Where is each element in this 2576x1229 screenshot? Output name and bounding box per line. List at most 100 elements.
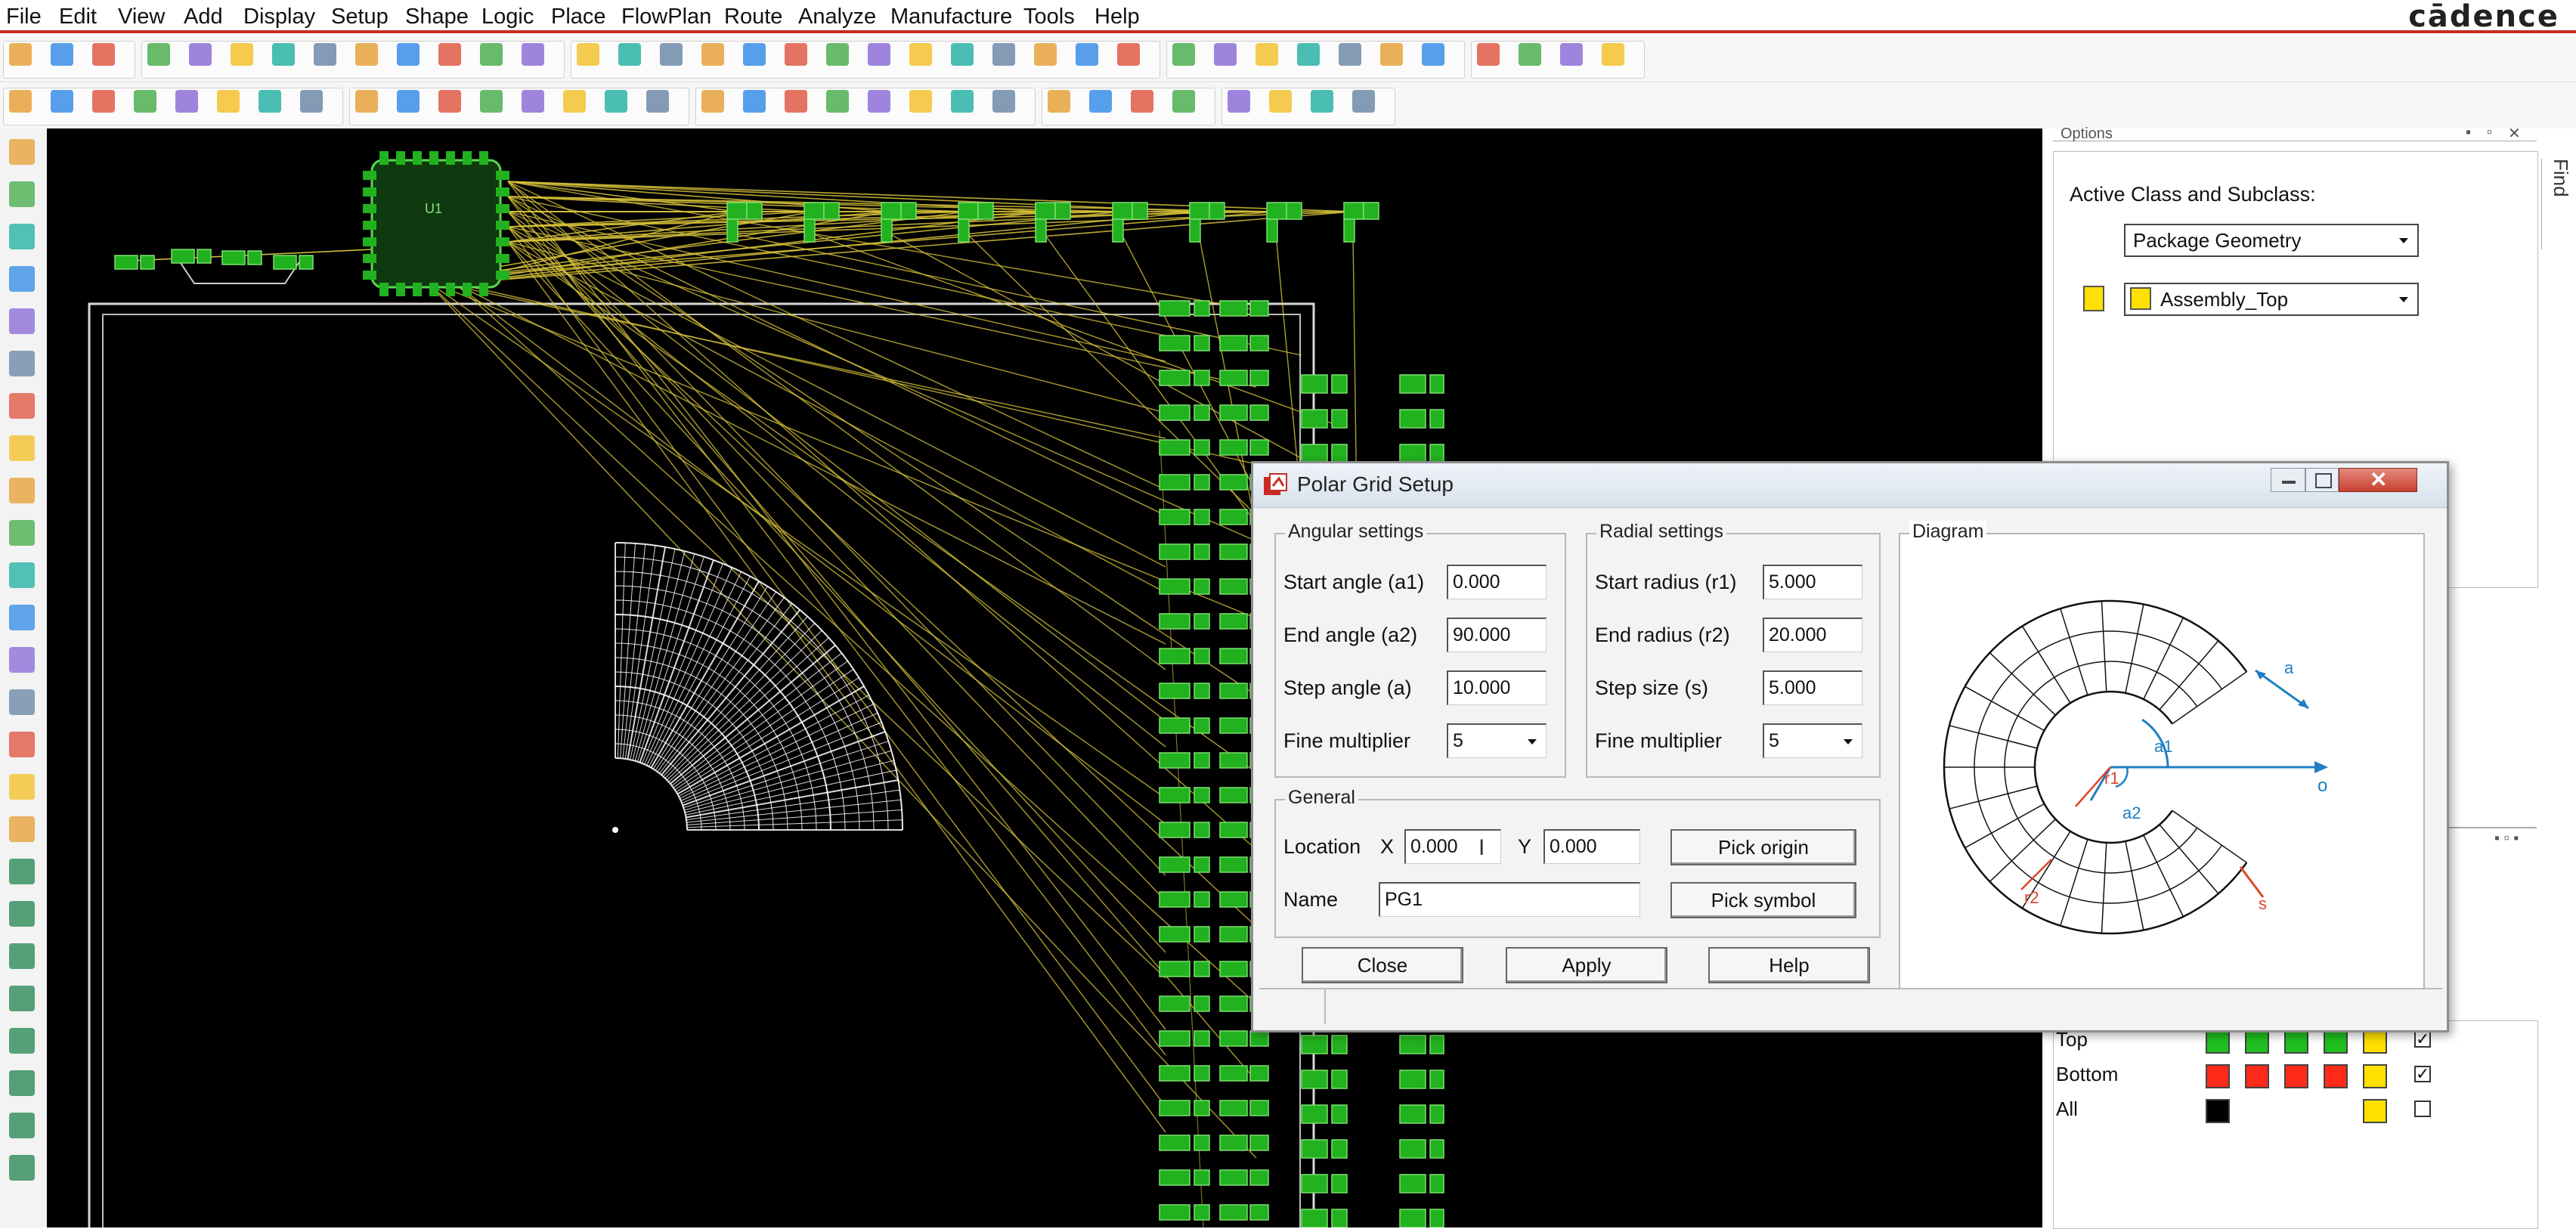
location-x-field[interactable]: 0.000 <box>1404 829 1501 864</box>
zoom-selection-icon[interactable] <box>785 43 807 66</box>
spread-icon[interactable] <box>9 393 35 419</box>
apply-button[interactable]: Apply <box>1506 947 1667 983</box>
menu-edit[interactable]: Edit <box>59 2 97 32</box>
brush-icon[interactable] <box>9 732 35 757</box>
silk-icon[interactable] <box>134 90 156 113</box>
merge-icon[interactable] <box>701 90 724 113</box>
dock-controls-icon[interactable]: ▪ ▫ ▪ <box>2494 830 2519 847</box>
menu-help[interactable]: Help <box>1094 2 1140 32</box>
undo-icon[interactable] <box>272 43 295 66</box>
group-route-icon[interactable] <box>9 1155 35 1181</box>
dialog-titlebar[interactable]: Polar Grid Setup ✕ <box>1253 463 2447 508</box>
layer-color-swatch[interactable] <box>2363 1064 2387 1088</box>
constraint-icon[interactable] <box>9 478 35 503</box>
close-window-button[interactable]: ✕ <box>2339 468 2417 492</box>
layer-visibility-checkbox[interactable] <box>2414 1101 2431 1117</box>
help-button[interactable]: Help <box>1708 947 1870 983</box>
step-angle-field[interactable]: 10.000 <box>1447 670 1547 705</box>
layer-color-swatch[interactable] <box>2363 1099 2387 1123</box>
flow-icon[interactable] <box>1131 90 1153 113</box>
shape-add-icon[interactable] <box>9 689 35 715</box>
mask-icon[interactable] <box>175 90 198 113</box>
pick-symbol-button[interactable]: Pick symbol <box>1670 882 1856 918</box>
slice-icon[interactable] <box>743 90 766 113</box>
layer-color-swatch[interactable] <box>2206 1099 2230 1123</box>
menu-route[interactable]: Route <box>724 2 782 32</box>
assembly-icon[interactable] <box>92 90 115 113</box>
zoom-out-icon[interactable] <box>660 43 683 66</box>
menu-setup[interactable]: Setup <box>331 2 389 32</box>
menu-view[interactable]: View <box>118 2 165 32</box>
menu-tools[interactable]: Tools <box>1023 2 1075 32</box>
new-file-icon[interactable] <box>9 43 32 66</box>
view-icon[interactable] <box>259 90 281 113</box>
start-radius-field[interactable]: 5.000 <box>1763 565 1862 599</box>
options-pin-icon[interactable]: ▪ <box>2466 124 2471 141</box>
grid-name-field[interactable]: PG1 <box>1379 882 1640 917</box>
lock-icon[interactable] <box>868 90 890 113</box>
bundle-icon[interactable] <box>1089 90 1112 113</box>
zoom-prev-icon[interactable] <box>701 43 724 66</box>
layer-color-swatch[interactable] <box>2284 1029 2308 1054</box>
group-icon[interactable] <box>1048 90 1070 113</box>
zoom-points-icon[interactable] <box>743 43 766 66</box>
route-icon[interactable] <box>355 90 378 113</box>
fanout-icon[interactable] <box>9 1113 35 1138</box>
gloss-icon[interactable] <box>9 986 35 1011</box>
void-icon[interactable] <box>646 90 669 113</box>
paste-icon[interactable] <box>217 90 240 113</box>
layer-color-swatch[interactable] <box>2245 1064 2269 1088</box>
stats-icon[interactable] <box>1519 43 1541 66</box>
brush-icon[interactable] <box>1380 43 1403 66</box>
pin-icon[interactable] <box>438 43 461 66</box>
end-radius-field[interactable]: 20.000 <box>1763 618 1862 652</box>
property-icon[interactable] <box>1297 43 1320 66</box>
copper-icon[interactable] <box>300 90 323 113</box>
snap-icon[interactable] <box>1214 43 1237 66</box>
move-icon[interactable] <box>147 43 170 66</box>
line-icon[interactable] <box>9 605 35 630</box>
close-button[interactable]: Close <box>1302 947 1463 983</box>
grid-icon[interactable] <box>951 43 974 66</box>
delete-icon[interactable] <box>231 43 253 66</box>
net-icon[interactable] <box>9 224 35 249</box>
layer-color-swatch[interactable] <box>2324 1029 2348 1054</box>
rect-icon[interactable] <box>9 647 35 673</box>
copy-icon[interactable] <box>189 43 212 66</box>
layer-color-swatch[interactable] <box>2363 1029 2387 1054</box>
cline-icon[interactable] <box>9 816 35 842</box>
timer-icon[interactable] <box>1560 43 1583 66</box>
menu-place[interactable]: Place <box>551 2 606 32</box>
push-pin-icon[interactable] <box>480 43 503 66</box>
find-tab[interactable]: Find <box>2541 159 2572 249</box>
via-icon[interactable] <box>397 90 420 113</box>
layer-color-swatch[interactable] <box>2245 1029 2269 1054</box>
layer-color-swatch[interactable] <box>2324 1064 2348 1088</box>
save-icon[interactable] <box>92 43 115 66</box>
zoom-fit-icon[interactable] <box>522 43 544 66</box>
shadow-mode-icon[interactable] <box>826 43 849 66</box>
location-y-field[interactable]: 0.000 <box>1543 829 1640 864</box>
interactive-route-icon[interactable] <box>909 90 932 113</box>
component-icon[interactable] <box>9 181 35 207</box>
pick-origin-button[interactable]: Pick origin <box>1670 829 1856 865</box>
menu-logic[interactable]: Logic <box>481 2 534 32</box>
layer-bottom-icon[interactable] <box>51 90 73 113</box>
signal-icon[interactable] <box>9 351 35 376</box>
bundle-icon[interactable] <box>9 435 35 461</box>
color-icon[interactable] <box>992 43 1015 66</box>
shape-icon[interactable] <box>480 90 503 113</box>
measure-icon[interactable] <box>1339 43 1361 66</box>
options-float-icon[interactable]: ▫ <box>2487 124 2492 141</box>
menu-file[interactable]: File <box>6 2 42 32</box>
sun-icon[interactable] <box>1422 43 1444 66</box>
zoom-world-icon[interactable] <box>577 43 599 66</box>
open-file-icon[interactable] <box>51 43 73 66</box>
stub-icon[interactable] <box>9 1070 35 1096</box>
constraint-icon[interactable] <box>1269 90 1292 113</box>
tune-icon[interactable] <box>992 90 1015 113</box>
report-icon[interactable] <box>1602 43 1624 66</box>
menu-flowplan[interactable]: FlowPlan <box>621 2 711 32</box>
layer-color-swatch[interactable] <box>2206 1029 2230 1054</box>
refresh-icon[interactable] <box>1172 90 1195 113</box>
